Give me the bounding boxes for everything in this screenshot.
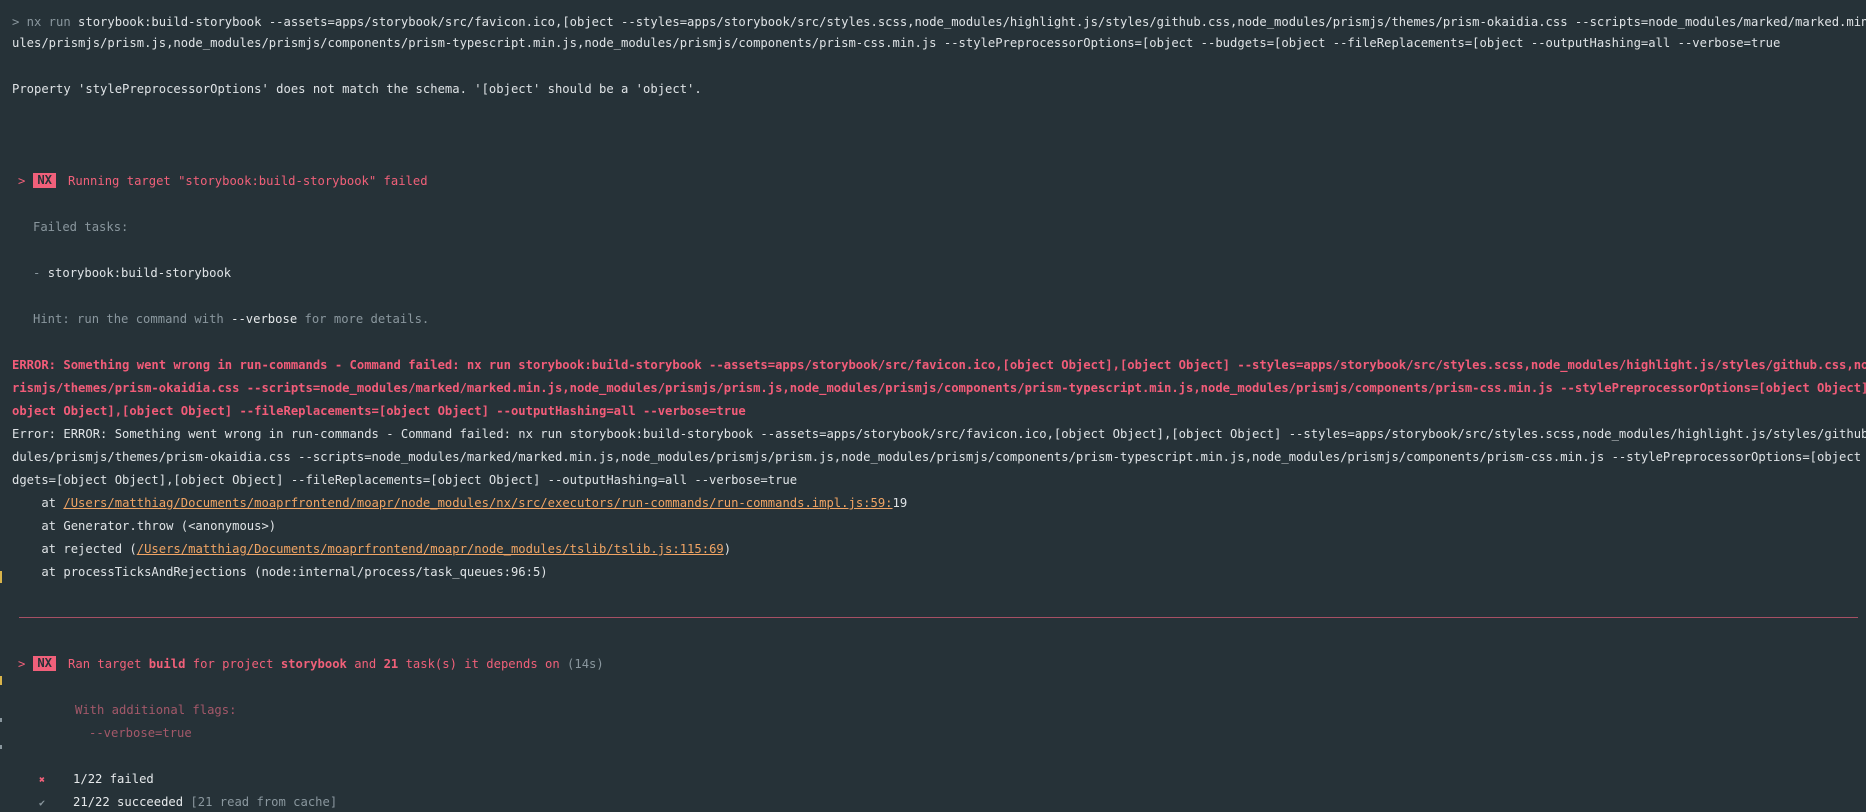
nx-badge: NX <box>33 173 57 188</box>
stack-file-link[interactable]: /Users/matthiag/Documents/moaprfrontend/… <box>137 542 724 556</box>
flags-label: With additional flags: <box>75 703 237 717</box>
check-icon: ✔ <box>39 798 46 809</box>
hint-flag: --verbose <box>231 312 298 326</box>
prompt: > nx run <box>12 15 79 29</box>
gutter-marker <box>0 676 2 685</box>
command-line: > nx run storybook:build-storybook --ass… <box>12 13 1866 31</box>
terminal-output[interactable]: > nx run storybook:build-storybook --ass… <box>0 0 1866 812</box>
schema-error: Property 'stylePreprocessorOptions' does… <box>12 82 702 96</box>
error-line-2: rismjs/themes/prism-okaidia.css --script… <box>12 381 1866 395</box>
stack-prefix: at processTicksAndRejections (node:inter… <box>12 565 548 579</box>
succeeded-count-line: ✔ 21/22 succeeded [21 read from cache] <box>39 793 1866 811</box>
cache-info: [21 read from cache] <box>183 795 338 809</box>
stack-frame: at /Users/matthiag/Documents/moaprfronte… <box>12 494 1866 512</box>
summary-project: storybook <box>280 657 347 671</box>
hint-line: Hint: run the command with --verbose for… <box>33 310 1866 328</box>
error-plain-line-2: dules/prismjs/themes/prism-okaidia.css -… <box>12 450 1866 464</box>
cross-icon: ✖ <box>39 775 46 786</box>
failed-task-item: - storybook:build-storybook <box>33 264 1866 282</box>
nx-badge: NX <box>33 656 57 671</box>
run-failed-header: > NX Running target "storybook:build-story… <box>12 172 1866 190</box>
stack-prefix: at <box>12 496 64 510</box>
failed-tasks-label: Failed tasks: <box>33 220 129 234</box>
summary-header: > NX Ran target build for project storyboo… <box>12 655 1866 673</box>
summary-text: task(s) it depends on <box>398 657 568 671</box>
stack-frame: at Generator.throw (<anonymous>) <box>12 517 1866 535</box>
stack-file-link[interactable]: /Users/matthiag/Documents/moaprfrontend/… <box>63 496 892 510</box>
arrow-icon: > <box>18 174 26 188</box>
bullet-dash: - <box>33 266 41 280</box>
stack-prefix: at Generator.throw (<anonymous>) <box>12 519 277 533</box>
flag-value: --verbose=true <box>89 726 192 740</box>
summary-count: 21 <box>383 657 399 671</box>
stack-suffix: 19 <box>892 496 908 510</box>
stack-frame: at rejected (/Users/matthiag/Documents/m… <box>12 540 1866 558</box>
error-line-1: ERROR: Something went wrong in run-comma… <box>12 358 1866 372</box>
succeeded-count: 21/22 succeeded <box>73 795 184 809</box>
summary-target: build <box>148 657 186 671</box>
hint-prefix: Hint: run the command with <box>33 312 232 326</box>
section-divider <box>19 617 1858 618</box>
error-line-3: object Object],[object Object] --fileRep… <box>12 404 746 418</box>
summary-text: Ran target <box>68 657 149 671</box>
failed-count: 1/22 failed <box>73 772 154 786</box>
failed-task-name: storybook:build-storybook <box>47 266 232 280</box>
hint-suffix: for more details. <box>297 312 430 326</box>
error-plain-line-1: Error: ERROR: Something went wrong in ru… <box>12 427 1866 441</box>
gutter-marker <box>0 745 2 749</box>
command-line-continued: ules/prismjs/prism.js,node_modules/prism… <box>12 34 1866 52</box>
summary-text: and <box>346 657 384 671</box>
command-text: storybook:build-storybook --assets=apps/… <box>78 15 1866 29</box>
arrow-icon: > <box>18 657 26 671</box>
stack-suffix: ) <box>723 542 732 556</box>
stack-prefix: at rejected ( <box>12 542 137 556</box>
run-failed-message: Running target "storybook:build-storyboo… <box>68 174 428 188</box>
summary-duration: (14s) <box>567 657 604 671</box>
error-plain-line-3: dgets=[object Object],[object Object] --… <box>12 473 798 487</box>
failed-count-line: ✖ 1/22 failed <box>39 770 1866 788</box>
gutter-marker <box>0 571 2 583</box>
stack-frame: at processTicksAndRejections (node:inter… <box>12 563 1866 581</box>
command-text-continued: ules/prismjs/prism.js,node_modules/prism… <box>12 36 1781 50</box>
gutter-marker <box>0 718 2 722</box>
summary-text: for project <box>185 657 281 671</box>
